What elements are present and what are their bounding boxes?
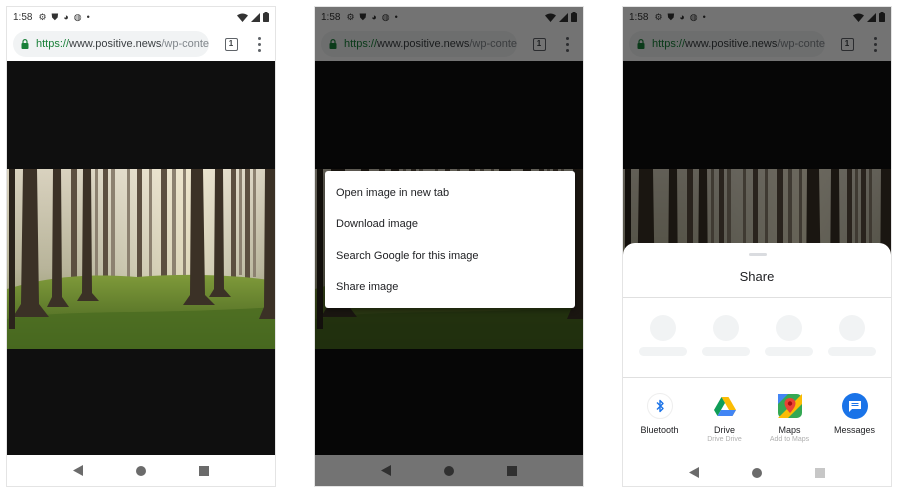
lock-icon[interactable]	[21, 39, 29, 49]
messages-icon	[841, 393, 868, 419]
url-host: www.positive.news	[69, 38, 162, 50]
recents-icon[interactable]	[814, 467, 825, 478]
app-label: Messages	[833, 425, 876, 435]
drive-icon	[711, 393, 738, 419]
loading-target	[638, 315, 688, 356]
loading-target	[827, 315, 877, 356]
browser-toolbar: https://www.positive.news/wp-conte 1	[7, 27, 275, 61]
back-icon[interactable]	[73, 465, 84, 476]
sheet-drag-handle[interactable]	[749, 253, 767, 256]
dot-icon: •	[86, 12, 90, 22]
forest-image[interactable]	[7, 169, 275, 349]
image-context-menu: Open image in new tab Download image Sea…	[325, 171, 575, 308]
wifi-icon	[237, 13, 248, 22]
menu-item-download-image[interactable]: Download image	[325, 209, 575, 241]
overflow-menu-icon[interactable]	[249, 32, 269, 56]
app-sublabel: Add to Maps	[769, 436, 810, 443]
direct-share-placeholders	[623, 315, 891, 356]
bluetooth-icon	[646, 393, 673, 419]
page-content	[7, 61, 275, 457]
globe-icon: ◍	[73, 12, 82, 22]
share-target-drive[interactable]: Drive Drive Drive	[694, 393, 756, 444]
share-app-list: Bluetooth Drive Drive Drive Maps Add to …	[623, 393, 891, 444]
phone-screen-share-sheet: 1:58 ⚙ ⛊ ◕ ◍ • https://www.positive.news…	[622, 6, 892, 487]
phone-screen-context-menu: 1:58 ⚙ ⛊ ◕ ◍ • https://www.positive.news…	[314, 6, 584, 487]
shield-icon: ⛊	[51, 12, 59, 22]
system-nav-bar	[7, 455, 275, 486]
app-label: Maps	[778, 425, 801, 435]
maps-icon	[776, 393, 803, 419]
share-target-maps[interactable]: Maps Add to Maps	[759, 393, 821, 444]
url-path: /wp-conte	[161, 38, 209, 50]
app-label: Bluetooth	[640, 425, 679, 435]
home-icon[interactable]	[751, 467, 762, 478]
share-target-bluetooth[interactable]: Bluetooth	[629, 393, 691, 444]
battery-icon	[263, 12, 269, 22]
loading-target	[701, 315, 751, 356]
divider	[623, 297, 891, 298]
status-time: 1:58	[13, 11, 33, 23]
menu-item-share-image[interactable]: Share image	[325, 272, 575, 304]
loading-target	[764, 315, 814, 356]
menu-item-search-google[interactable]: Search Google for this image	[325, 240, 575, 272]
phone-screen-browser: 1:58 ⚙ ⛊ ◕ ◍ • https://www.positive.news…	[6, 6, 276, 487]
url-scheme: https://	[36, 38, 70, 50]
app-label: Drive	[713, 425, 735, 435]
home-icon[interactable]	[135, 465, 146, 476]
share-sheet-title: Share	[739, 269, 775, 284]
menu-item-open-image[interactable]: Open image in new tab	[325, 177, 575, 209]
status-bar: 1:58 ⚙ ⛊ ◕ ◍ •	[7, 7, 275, 27]
tab-switcher-icon: 1	[224, 37, 238, 51]
gear-icon: ⚙	[38, 12, 47, 22]
recents-icon[interactable]	[198, 465, 209, 476]
share-target-messages[interactable]: Messages	[824, 393, 886, 444]
tab-switcher-button[interactable]: 1	[219, 32, 243, 56]
back-icon[interactable]	[689, 467, 700, 478]
signal-icon	[251, 12, 260, 22]
circle-icon: ◕	[63, 12, 69, 22]
system-nav-bar	[623, 457, 891, 486]
share-sheet: Share Bluetooth Drive Drive Drive Maps A…	[623, 243, 891, 486]
url-bar[interactable]: https://www.positive.news/wp-conte	[13, 31, 209, 57]
divider	[623, 377, 891, 378]
app-sublabel: Drive Drive	[707, 436, 742, 443]
